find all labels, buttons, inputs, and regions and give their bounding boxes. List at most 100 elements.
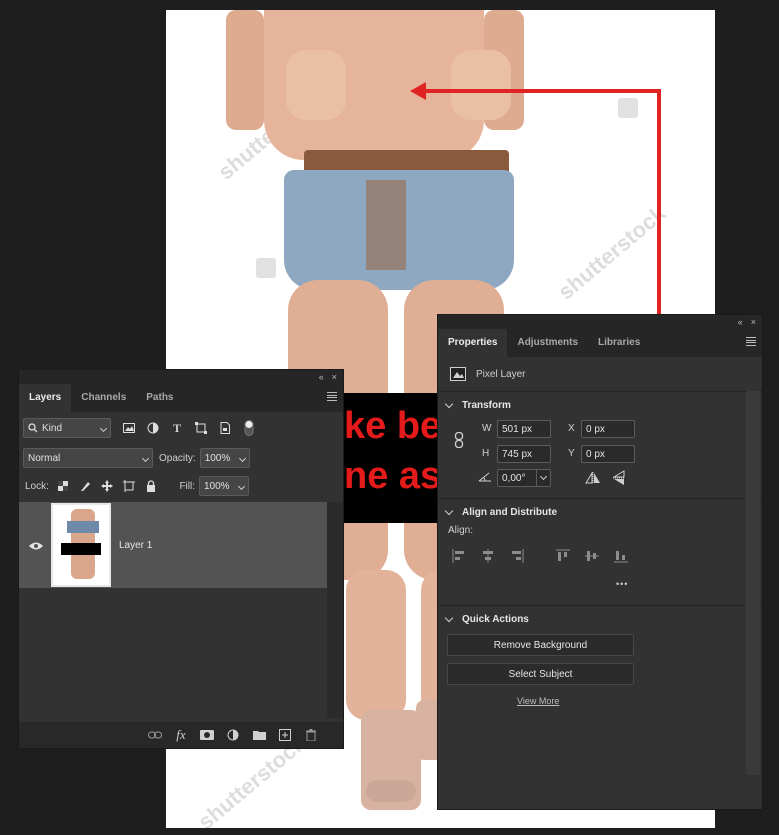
angle-value: 0,00° [502, 472, 526, 484]
more-options-icon[interactable]: ••• [616, 579, 628, 589]
add-mask-icon[interactable] [197, 725, 217, 745]
tab-libraries[interactable]: Libraries [588, 329, 650, 357]
tab-properties[interactable]: Properties [438, 329, 508, 357]
collapse-panel-icon[interactable]: « [319, 372, 324, 382]
fx-icon[interactable]: fx [171, 725, 191, 745]
panel-titlebar[interactable]: « × [19, 370, 343, 384]
properties-panel: « × Properties Adjustments Libraries Pix… [437, 314, 763, 810]
collapse-panel-icon[interactable]: « [738, 317, 743, 327]
blend-mode-select[interactable]: Normal [23, 448, 153, 468]
align-controls: Align: ••• [438, 525, 762, 605]
align-section-header[interactable]: Align and Distribute [438, 499, 762, 525]
transform-fields: W 501 px X 0 px H 745 px Y 0 px 0,00° [438, 418, 762, 498]
new-group-icon[interactable] [249, 725, 269, 745]
flip-horizontal-icon[interactable] [585, 472, 601, 484]
chevron-down-icon [444, 399, 454, 408]
search-icon [28, 423, 38, 433]
x-field[interactable]: 0 px [581, 420, 635, 438]
transform-section-header[interactable]: Transform [438, 392, 762, 418]
lock-position-icon[interactable] [97, 476, 117, 496]
opacity-value: 100% [204, 452, 231, 464]
tab-paths[interactable]: Paths [136, 384, 183, 412]
panel-menu-icon[interactable] [746, 337, 756, 346]
properties-scrollbar[interactable] [746, 391, 760, 775]
filter-toggle-icon[interactable] [239, 418, 259, 438]
align-bottom-edges-icon[interactable] [614, 549, 628, 563]
height-field[interactable]: 745 px [497, 445, 551, 463]
tab-channels[interactable]: Channels [71, 384, 136, 412]
annotation-arrow-line [657, 89, 661, 319]
view-more-link[interactable]: View More [517, 696, 559, 706]
lock-artboard-icon[interactable] [119, 476, 139, 496]
delete-layer-icon[interactable] [301, 725, 321, 745]
layers-bottom-toolbar: fx [19, 722, 343, 748]
layer-thumbnail[interactable] [51, 503, 111, 587]
align-left-edges-icon[interactable] [452, 549, 466, 563]
quick-actions-body: Remove Background Select Subject View Mo… [438, 632, 762, 732]
lock-image-icon[interactable] [75, 476, 95, 496]
adjustment-filter-icon[interactable] [143, 418, 163, 438]
layer-type-row: Pixel Layer [438, 357, 762, 391]
filter-kind-select[interactable]: Kind [23, 418, 111, 438]
align-vertical-centers-icon[interactable] [585, 549, 599, 563]
chevron-down-icon[interactable] [237, 482, 246, 490]
align-horizontal-centers-icon[interactable] [481, 549, 495, 563]
shape-filter-icon[interactable] [191, 418, 211, 438]
width-label: W [482, 423, 492, 434]
chevron-down-icon [99, 424, 108, 432]
chevron-down-icon [444, 613, 454, 622]
visibility-eye-icon[interactable] [29, 542, 43, 550]
filter-kind-label: Kind [42, 422, 63, 434]
type-filter-icon[interactable]: T [167, 418, 187, 438]
annotation-arrowhead [410, 82, 426, 100]
chevron-down-icon[interactable] [238, 454, 246, 462]
fill-label: Fill: [179, 480, 195, 492]
select-subject-button[interactable]: Select Subject [447, 663, 634, 685]
lock-transparent-icon[interactable] [53, 476, 73, 496]
layers-scrollbar[interactable] [327, 502, 343, 718]
close-panel-icon[interactable]: × [332, 372, 337, 382]
watermark-logo-icon [256, 258, 276, 278]
pixel-layer-icon [450, 367, 466, 381]
angle-field[interactable]: 0,00° [497, 469, 551, 487]
layers-tabs: Layers Channels Paths [19, 384, 343, 412]
image-filter-icon[interactable] [119, 418, 139, 438]
layer-name[interactable]: Layer 1 [119, 540, 152, 551]
close-panel-icon[interactable]: × [751, 317, 756, 327]
fill-value: 100% [204, 480, 230, 492]
layer-row[interactable]: Layer 1 [19, 502, 327, 588]
lock-all-icon[interactable] [141, 476, 161, 496]
flip-vertical-icon[interactable] [613, 470, 625, 486]
tab-adjustments[interactable]: Adjustments [507, 329, 588, 357]
opacity-field[interactable]: 100% [199, 448, 250, 468]
watermark-logo-icon [618, 98, 638, 118]
align-right-edges-icon[interactable] [510, 549, 524, 563]
width-field[interactable]: 501 px [497, 420, 551, 438]
banner-text-line: ke be [344, 405, 442, 447]
x-value: 0 px [586, 423, 605, 435]
align-label: Align: [448, 525, 474, 536]
link-proportions-icon[interactable] [454, 432, 464, 448]
align-top-edges-icon[interactable] [556, 549, 570, 563]
layer-type-label: Pixel Layer [476, 368, 526, 380]
new-adjustment-icon[interactable] [223, 725, 243, 745]
new-layer-icon[interactable] [275, 725, 295, 745]
quick-actions-section-header[interactable]: Quick Actions [438, 606, 762, 632]
panel-titlebar[interactable]: « × [438, 315, 762, 329]
layers-panel: « × Layers Channels Paths Kind T Normal … [18, 369, 344, 749]
panel-menu-icon[interactable] [327, 392, 337, 401]
remove-background-button[interactable]: Remove Background [447, 634, 634, 656]
height-value: 745 px [502, 448, 533, 460]
link-layers-icon[interactable] [145, 725, 165, 745]
fill-field[interactable]: 100% [199, 476, 249, 496]
y-field[interactable]: 0 px [581, 445, 635, 463]
angle-dropdown[interactable] [536, 470, 550, 486]
layer-filter-row: Kind T [19, 412, 343, 444]
y-value: 0 px [586, 448, 605, 460]
angle-icon [478, 472, 491, 482]
lock-label: Lock: [25, 480, 49, 492]
tab-layers[interactable]: Layers [19, 384, 72, 412]
lock-row: Lock: Fill: 100% [19, 472, 343, 500]
smart-object-filter-icon[interactable] [215, 418, 235, 438]
banner-text-line: ne as [344, 455, 442, 497]
